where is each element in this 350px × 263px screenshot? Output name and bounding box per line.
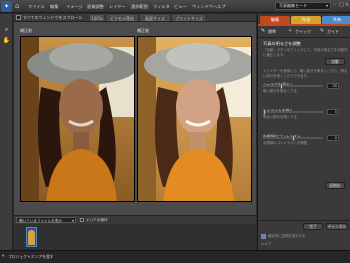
- zoom-100-button[interactable]: 100%: [90, 15, 104, 21]
- project-bin: [14, 224, 256, 250]
- midtone-value[interactable]: 0: [327, 135, 339, 141]
- guided-icon: ✎: [320, 28, 325, 34]
- actual-pixels-button[interactable]: ピクセル等倍: [107, 15, 137, 21]
- maximize-button[interactable]: □: [339, 2, 344, 9]
- midtone-slider-knob[interactable]: [291, 135, 295, 141]
- tool-bar: ⌕ ✋: [0, 14, 13, 250]
- project-bin-bar: 開いているファイルを表示 ▾ エリアの操作: [14, 215, 256, 224]
- highlights-slider[interactable]: [263, 109, 323, 115]
- menu-edit[interactable]: 編集: [50, 3, 58, 10]
- tab-edit[interactable]: 編集: [260, 16, 290, 24]
- tips-checkbox[interactable]: [261, 234, 266, 239]
- subtab-full[interactable]: 標準: [268, 28, 276, 35]
- menu-bar: ✦ ⌂ ファイル 編集 イメージ 画質調整 レイヤー 選択範囲 フィルタ ビュー…: [0, 0, 350, 13]
- options-bar: すべてのウィンドウをスクロール 100% ピクセル等倍 画面サイズ プリントサイ…: [14, 14, 256, 22]
- status-bar: ▾ プロジェクトエリアを隠す: [0, 250, 350, 263]
- divider: [258, 37, 350, 38]
- home-icon[interactable]: ⌂: [15, 2, 23, 10]
- panel-description: スライダーを使用して、暗い部分を明るくしたり、明るい部分を暗くしたりできます。: [263, 69, 348, 78]
- done-button[interactable]: 完了: [303, 223, 323, 230]
- after-photo: [137, 36, 252, 202]
- before-label: 補正前: [20, 28, 32, 33]
- menu-enhance[interactable]: 画質調整: [87, 3, 104, 10]
- highlights-slider-knob[interactable]: [263, 109, 266, 115]
- menu-layer[interactable]: レイヤー: [109, 3, 126, 10]
- bin-thumbnail[interactable]: [26, 227, 37, 247]
- fit-screen-button[interactable]: 画面サイズ: [141, 15, 169, 21]
- menu-file[interactable]: ファイル: [28, 3, 45, 10]
- tab-underline: [258, 24, 350, 26]
- slider-hint-midtone: 中間調のコントラストを調整: [263, 141, 308, 145]
- bin-dropdown-value: 開いているファイルを表示: [19, 219, 63, 223]
- hide-project-bin-link[interactable]: プロジェクトエリアを隠す: [8, 254, 54, 260]
- midtone-slider[interactable]: [263, 135, 323, 141]
- help-link[interactable]: ヘルプ: [261, 242, 271, 247]
- menu-help[interactable]: ヘルプ: [213, 3, 226, 10]
- shadows-value[interactable]: 30: [327, 83, 339, 89]
- after-label: 補正後: [137, 28, 149, 33]
- menu-view[interactable]: ビュー: [174, 3, 187, 10]
- area-checkbox[interactable]: [80, 218, 84, 222]
- tab-share[interactable]: 共有: [322, 16, 350, 24]
- hand-tool-icon[interactable]: ✋: [2, 36, 11, 45]
- auto-button[interactable]: 自動: [325, 58, 345, 65]
- image-canvas: 補正前 補正後: [14, 22, 256, 215]
- scroll-all-label: すべてのウィンドウをスクロール: [23, 15, 83, 20]
- bin-dropdown[interactable]: 開いているファイルを表示 ▾: [16, 217, 76, 223]
- divider: [258, 220, 350, 221]
- minimize-button[interactable]: –: [333, 2, 338, 9]
- chevron-down-icon: ▾: [325, 3, 328, 8]
- cancel-button[interactable]: キャンセル: [326, 223, 348, 230]
- close-button[interactable]: ×: [345, 2, 350, 9]
- panel-intro: 「自動」ボタンをクリックして、写真の明るさを自動的に補正します。: [263, 48, 348, 57]
- menu-window[interactable]: ウィンドウ: [192, 3, 213, 10]
- menu-filter[interactable]: フィルタ: [153, 3, 170, 10]
- triangle-icon[interactable]: ▾: [2, 254, 4, 259]
- app-logo-icon: ✦: [1, 1, 12, 12]
- panel-title: 写真の明るさを調整: [263, 41, 301, 46]
- scroll-all-checkbox[interactable]: [16, 15, 21, 20]
- before-photo: [20, 36, 135, 202]
- edit-panel: 編集 作成 共有 ✎ 標準 ✧ クイック ✎ ガイド 写真の明るさを調整 「自動…: [257, 14, 350, 250]
- highlights-value[interactable]: 0: [327, 109, 339, 115]
- chevron-down-icon: ▾: [71, 218, 74, 223]
- menu-select[interactable]: 選択範囲: [131, 3, 148, 10]
- editor-mode-button[interactable]: 写真編集モード ▾: [275, 2, 331, 10]
- mode-button-label: 写真編集モード: [279, 3, 307, 8]
- tab-create[interactable]: 作成: [291, 16, 321, 24]
- zoom-tool-icon[interactable]: ⌕: [2, 25, 11, 34]
- menu-image[interactable]: イメージ: [66, 3, 83, 10]
- reset-button[interactable]: 初期化: [325, 182, 345, 189]
- subtab-guided[interactable]: ガイド: [327, 28, 339, 35]
- tips-checkbox-label: 補足的に説明を表示する: [268, 234, 306, 238]
- area-checkbox-label: エリアの操作: [86, 218, 108, 222]
- shadows-slider-knob[interactable]: [280, 83, 284, 89]
- quick-fix-icon: ✧: [288, 28, 293, 34]
- pencil-icon: ✎: [261, 28, 266, 34]
- shadows-slider[interactable]: [263, 83, 323, 89]
- print-size-button[interactable]: プリントサイズ: [173, 15, 205, 21]
- subtab-quick[interactable]: クイック: [295, 28, 311, 35]
- slider-hint-highlights: 明るい部分を暗くする: [263, 115, 297, 119]
